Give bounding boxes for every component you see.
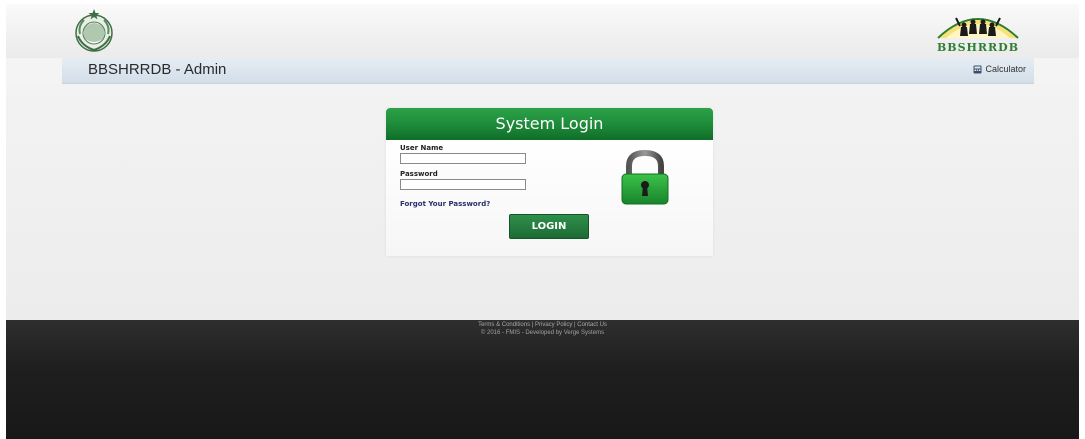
bbshrrdb-logo-icon bbox=[937, 17, 1019, 39]
username-label: User Name bbox=[400, 144, 444, 152]
admin-title-bar: BBSHRRDB - Admin Calculator bbox=[62, 58, 1034, 84]
terms-link[interactable]: Terms & Conditions bbox=[478, 322, 530, 328]
bbshrrdb-logo: BBSHRRDB bbox=[928, 6, 1028, 56]
site-header: BBSHRRDB bbox=[6, 4, 1079, 58]
padlock-icon bbox=[621, 150, 669, 205]
page-title: BBSHRRDB - Admin bbox=[88, 61, 227, 78]
footer-links: Terms & Conditions | Privacy Policy | Co… bbox=[6, 322, 1079, 328]
contact-link[interactable]: Contact Us bbox=[577, 322, 607, 328]
footer-separator: | bbox=[531, 322, 534, 328]
username-input[interactable] bbox=[400, 153, 526, 164]
calculator-label: Calculator bbox=[985, 64, 1026, 74]
calculator-link[interactable]: Calculator bbox=[973, 64, 1026, 74]
calculator-icon bbox=[973, 65, 982, 73]
site-footer: Terms & Conditions | Privacy Policy | Co… bbox=[6, 320, 1079, 439]
password-input[interactable] bbox=[400, 179, 526, 190]
sindh-government-emblem-icon bbox=[75, 9, 113, 52]
footer-copyright: © 2016 - FMIS - Developed by Verge Syste… bbox=[480, 330, 605, 336]
login-button[interactable]: LOGIN bbox=[509, 214, 589, 239]
login-form: User Name Password Forgot Your Password?… bbox=[386, 140, 713, 256]
privacy-link[interactable]: Privacy Policy bbox=[535, 322, 572, 328]
browser-page: BBSHRRDB BBSHRRDB - Admin Calculator Sys… bbox=[6, 4, 1079, 439]
login-heading: System Login bbox=[386, 108, 713, 140]
footer-separator: | bbox=[574, 322, 576, 328]
main-content: System Login User Name Password Forgot Y… bbox=[6, 84, 1079, 320]
password-label: Password bbox=[400, 170, 438, 178]
forgot-password-link[interactable]: Forgot Your Password? bbox=[400, 200, 490, 208]
org-logo-text: BBSHRRDB bbox=[936, 41, 1020, 54]
login-panel: System Login User Name Password Forgot Y… bbox=[386, 108, 713, 256]
